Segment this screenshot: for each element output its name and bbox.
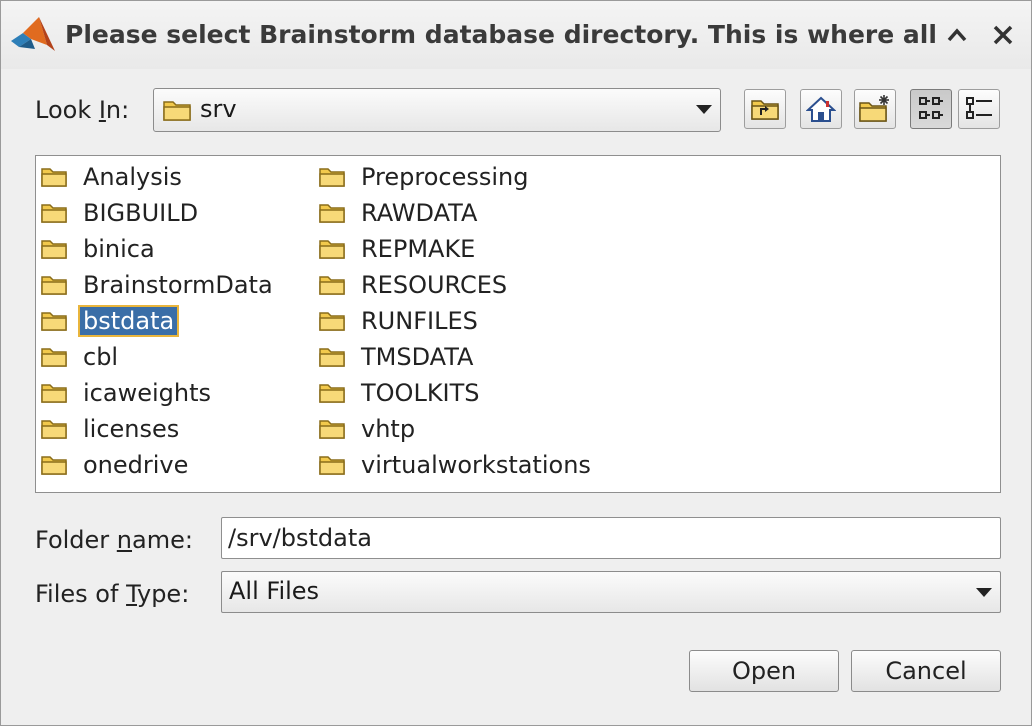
folder-icon — [319, 204, 345, 223]
open-button[interactable]: Open — [689, 650, 839, 692]
list-item-label: vhtp — [361, 415, 416, 443]
home-button[interactable] — [800, 89, 842, 129]
list-item-label: TOOLKITS — [361, 379, 480, 407]
title-bar[interactable]: Please select Brainstorm database direct… — [1, 1, 1031, 69]
new-folder-button[interactable] — [854, 89, 896, 129]
folder-icon — [41, 312, 67, 331]
home-icon — [806, 96, 836, 122]
window-title: Please select Brainstorm database direct… — [65, 20, 935, 49]
list-item[interactable]: Preprocessing — [318, 162, 532, 192]
folder-icon — [163, 101, 191, 121]
look-in-label: Look In: — [35, 96, 130, 124]
list-item[interactable]: RESOURCES — [318, 270, 510, 300]
list-item-label: Preprocessing — [361, 163, 529, 191]
list-item-label: RUNFILES — [361, 307, 478, 335]
folder-icon — [41, 276, 67, 295]
chevron-down-icon — [976, 588, 992, 597]
list-item[interactable]: RAWDATA — [318, 198, 480, 228]
list-item[interactable]: BIGBUILD — [40, 198, 201, 228]
cancel-button[interactable]: Cancel — [851, 650, 1001, 692]
file-list[interactable]: Analysis BIGBUILD binica BrainstormData bstd… — [35, 155, 1001, 493]
list-view-button[interactable] — [910, 89, 952, 129]
up-one-level-button[interactable] — [744, 89, 786, 129]
list-item-label: binica — [83, 235, 155, 263]
list-item-label: TMSDATA — [361, 343, 474, 371]
list-item-label: cbl — [83, 343, 119, 371]
chevron-down-icon — [696, 105, 712, 114]
list-item-label: Analysis — [83, 163, 182, 191]
matlab-logo-icon — [11, 17, 55, 51]
folder-up-icon — [751, 100, 779, 120]
folder-icon — [319, 312, 345, 331]
files-of-type-label: Files of Type: — [35, 580, 190, 608]
list-item-label: REPMAKE — [361, 235, 476, 263]
list-item[interactable]: onedrive — [40, 450, 191, 480]
list-item[interactable]: binica — [40, 234, 158, 264]
details-view-icon — [966, 97, 992, 119]
close-icon — [993, 25, 1013, 45]
list-item[interactable]: licenses — [40, 414, 182, 444]
list-item[interactable]: BrainstormData — [40, 270, 276, 300]
folder-name-label: Folder name: — [35, 526, 193, 554]
new-folder-icon — [859, 95, 889, 122]
list-item-label: virtualworkstations — [361, 451, 591, 479]
folder-icon — [319, 384, 345, 403]
list-item[interactable]: vhtp — [318, 414, 418, 444]
folder-icon — [319, 456, 345, 475]
files-of-type-dropdown[interactable]: All Files — [221, 571, 1001, 613]
look-in-dropdown[interactable]: srv — [153, 88, 721, 132]
list-item-label: BIGBUILD — [83, 199, 199, 227]
folder-name-input[interactable] — [222, 518, 1000, 558]
folder-icon — [41, 348, 67, 367]
file-chooser-dialog: Please select Brainstorm database direct… — [0, 0, 1032, 726]
maximize-button[interactable] — [939, 17, 975, 53]
folder-icon — [41, 384, 67, 403]
list-item[interactable]: bstdata — [40, 305, 180, 337]
close-button[interactable] — [985, 17, 1021, 53]
folder-icon — [41, 420, 67, 439]
look-in-value: srv — [200, 95, 237, 123]
folder-icon — [41, 456, 67, 475]
list-item[interactable]: virtualworkstations — [318, 450, 594, 480]
folder-icon — [41, 168, 67, 187]
list-item-label: RESOURCES — [361, 271, 508, 299]
folder-icon — [319, 420, 345, 439]
list-item-label: bstdata — [77, 305, 180, 337]
list-item-label: BrainstormData — [83, 271, 273, 299]
folder-name-field[interactable] — [221, 517, 1001, 559]
list-item[interactable]: TMSDATA — [318, 342, 476, 372]
list-item[interactable]: TOOLKITS — [318, 378, 483, 408]
list-item[interactable]: cbl — [40, 342, 121, 372]
files-of-type-value: All Files — [229, 577, 320, 605]
list-item[interactable]: icaweights — [40, 378, 214, 408]
list-item[interactable]: RUNFILES — [318, 306, 481, 336]
list-item[interactable]: REPMAKE — [318, 234, 478, 264]
folder-icon — [319, 276, 345, 295]
folder-icon — [319, 240, 345, 259]
folder-icon — [319, 348, 345, 367]
list-view-icon — [919, 97, 943, 119]
list-item-label: onedrive — [83, 451, 189, 479]
list-item-label: icaweights — [83, 379, 211, 407]
list-item-label: licenses — [83, 415, 180, 443]
folder-icon — [41, 240, 67, 259]
folder-icon — [319, 168, 345, 187]
folder-icon — [41, 204, 67, 223]
list-item[interactable]: Analysis — [40, 162, 185, 192]
chevron-up-icon — [947, 28, 967, 42]
list-item-label: RAWDATA — [361, 199, 478, 227]
details-view-button[interactable] — [958, 89, 1000, 129]
